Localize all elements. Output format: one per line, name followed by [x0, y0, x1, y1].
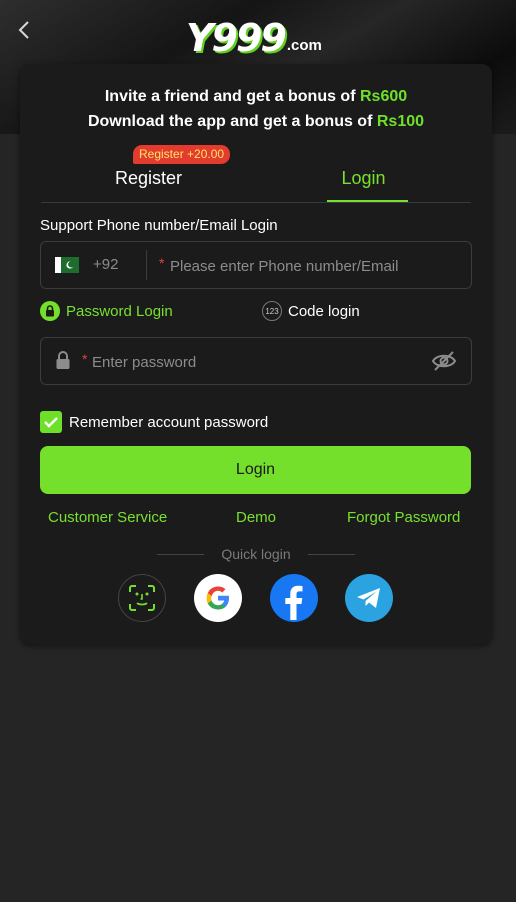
auth-tabs: Register Login	[41, 154, 471, 203]
remember-checkbox[interactable]	[40, 411, 62, 433]
logo-text: Y999	[186, 16, 287, 60]
pakistan-flag-icon[interactable]	[55, 257, 79, 273]
password-login-option[interactable]: Password Login	[40, 301, 173, 321]
numeric-code-icon: 123	[262, 301, 282, 321]
password-input[interactable]	[90, 348, 424, 376]
password-field: *	[40, 337, 472, 385]
google-login-button[interactable]	[194, 574, 242, 622]
required-mark: *	[82, 351, 88, 367]
check-icon	[44, 417, 58, 428]
remember-label: Remember account password	[69, 413, 269, 431]
demo-link[interactable]: Demo	[236, 509, 276, 526]
telegram-icon	[357, 588, 380, 608]
facebook-icon	[285, 585, 303, 620]
support-label: Support Phone number/Email Login	[40, 217, 278, 234]
country-code[interactable]: +92	[93, 256, 118, 273]
brand-logo: Y999 .com	[186, 10, 322, 60]
face-id-icon	[129, 585, 155, 611]
login-button[interactable]: Login	[40, 446, 471, 494]
code-login-option[interactable]: 123 Code login	[262, 301, 360, 321]
forgot-password-link[interactable]: Forgot Password	[347, 509, 460, 526]
facebook-login-button[interactable]	[270, 574, 318, 622]
register-bonus-badge: Register +20.00	[133, 145, 231, 164]
active-tab-indicator	[327, 200, 408, 202]
download-bonus-amount: Rs100	[376, 113, 425, 130]
lock-icon	[56, 351, 70, 369]
phone-field: +92 *	[40, 241, 472, 289]
customer-service-link[interactable]: Customer Service	[48, 509, 167, 526]
field-divider	[146, 250, 147, 280]
invite-bonus-amount: Rs600	[359, 88, 408, 105]
quick-login-divider: Quick login	[157, 545, 355, 563]
logo-suffix: .com	[286, 37, 322, 54]
eye-off-icon[interactable]	[431, 350, 457, 372]
promo-download: Download the app and get a bonus of Rs10…	[87, 113, 425, 130]
tab-login[interactable]: Login	[256, 154, 471, 202]
chevron-left-icon	[18, 21, 29, 39]
face-id-login-button[interactable]	[118, 574, 166, 622]
google-icon	[206, 586, 229, 610]
promo-invite: Invite a friend and get a bonus of Rs600	[104, 88, 408, 105]
remember-password-toggle[interactable]: Remember account password	[40, 411, 268, 433]
telegram-login-button[interactable]	[345, 574, 393, 622]
login-card: Invite a friend and get a bonus of Rs600…	[20, 64, 492, 644]
phone-email-input[interactable]	[168, 252, 462, 280]
required-mark: *	[159, 255, 165, 271]
quick-login-label: Quick login	[221, 546, 291, 562]
lock-icon	[40, 301, 60, 321]
back-button[interactable]	[12, 18, 36, 42]
